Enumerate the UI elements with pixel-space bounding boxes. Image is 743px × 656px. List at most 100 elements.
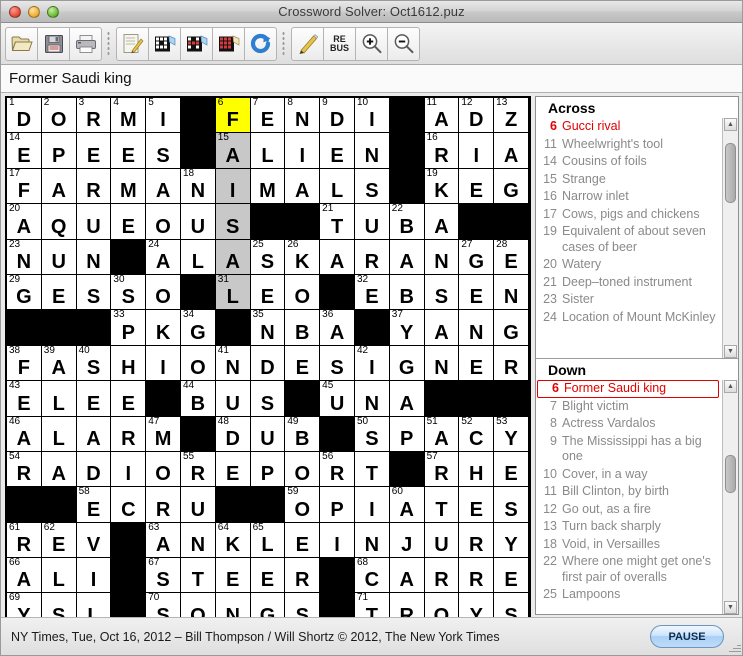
grid-cell[interactable]: I — [146, 345, 181, 382]
grid-cell[interactable]: A — [41, 451, 77, 488]
grid-cell[interactable]: S — [215, 204, 251, 240]
grid-cell[interactable]: 17 F — [7, 168, 42, 205]
grid-cell[interactable]: 59 O — [285, 487, 321, 523]
clue-item[interactable]: 16 Narrow inlet — [536, 188, 720, 206]
grid-cell[interactable]: 32 E — [354, 274, 390, 311]
grid-cell[interactable]: 16 R — [424, 133, 460, 169]
grid-cell[interactable]: A — [320, 239, 355, 275]
grid-cell[interactable]: N — [354, 381, 390, 417]
grid-cell[interactable]: 49 B — [285, 416, 321, 452]
grid-cell[interactable]: S — [354, 168, 390, 205]
grid-cell[interactable]: A — [146, 168, 181, 205]
grid-cell[interactable]: U — [250, 416, 286, 452]
print-button[interactable] — [69, 26, 102, 61]
grid-cell[interactable]: 28 E — [494, 239, 529, 275]
grid-cell[interactable]: R — [76, 168, 112, 205]
down-scroll-track[interactable] — [723, 393, 738, 601]
grid-cell[interactable]: S — [424, 274, 460, 311]
grid-cell[interactable]: E — [41, 274, 77, 311]
grid-cell[interactable]: 53 Y — [494, 416, 529, 452]
clue-item[interactable]: 11 Wheelwright's tool — [536, 136, 720, 154]
grid-cell[interactable]: 14 E — [7, 133, 42, 169]
grid-cell[interactable]: 10 I — [354, 98, 390, 134]
grid-cell[interactable]: T — [354, 451, 390, 488]
zoom-in-button[interactable] — [355, 26, 388, 61]
grid-cell[interactable]: 42 I — [354, 345, 390, 382]
grid-cell[interactable]: 34 G — [180, 310, 216, 346]
grid-cell[interactable]: E — [285, 522, 321, 559]
grid-cell[interactable]: J — [389, 522, 425, 559]
grid-cell[interactable]: A — [389, 239, 425, 275]
check-word-button[interactable] — [180, 26, 213, 61]
grid-cell[interactable]: O — [285, 274, 321, 311]
grid-cell[interactable]: B — [285, 310, 321, 346]
grid-cell[interactable]: P — [389, 416, 425, 452]
grid-cell[interactable]: 31 L — [215, 274, 251, 311]
grid-cell[interactable]: I — [285, 133, 321, 169]
grid-cell[interactable]: I — [111, 451, 147, 488]
grid-cell[interactable]: E — [459, 345, 495, 382]
grid-cell[interactable]: U — [76, 204, 112, 240]
grid-cell[interactable]: 35 N — [250, 310, 286, 346]
grid-cell[interactable]: 5I — [146, 98, 181, 134]
grid-cell[interactable]: 23 N — [7, 239, 42, 275]
grid-cell[interactable]: 26 K — [285, 239, 321, 275]
grid-cell[interactable]: 22 B — [389, 204, 425, 240]
clue-item[interactable]: 6 Gucci rival — [536, 118, 720, 136]
grid-cell[interactable]: Q — [41, 204, 77, 240]
grid-cell[interactable]: O — [146, 204, 181, 240]
across-scroll-track[interactable] — [723, 131, 738, 345]
grid-cell[interactable]: E — [459, 274, 495, 311]
grid-cell[interactable]: O — [180, 345, 216, 382]
clue-item[interactable]: 23 Sister — [536, 291, 720, 309]
grid-cell[interactable]: S — [320, 345, 355, 382]
grid-cell[interactable]: 56 R — [320, 451, 355, 488]
clue-item[interactable]: 15 Strange — [536, 171, 720, 189]
grid-cell[interactable]: 67 S — [146, 558, 181, 594]
grid-cell[interactable]: 6F — [215, 98, 251, 134]
grid-cell[interactable]: A — [389, 558, 425, 594]
grid-cell[interactable]: R — [285, 558, 321, 594]
reveal-button[interactable] — [212, 26, 245, 61]
check-letter-button[interactable] — [148, 26, 181, 61]
grid-cell[interactable]: H — [111, 345, 147, 382]
grid-cell[interactable]: L — [250, 133, 286, 169]
grid-cell[interactable]: 27 G — [459, 239, 495, 275]
grid-cell[interactable]: 15 A — [215, 133, 251, 169]
grid-cell[interactable]: L — [41, 416, 77, 452]
grid-cell[interactable]: 46 A — [7, 416, 42, 452]
grid-cell[interactable]: A — [41, 168, 77, 205]
clue-item[interactable]: 25 Lampoons — [536, 586, 720, 604]
down-clue-list[interactable]: 6 Former Saudi king 7 Blight victim 8 Actress… — [536, 380, 722, 614]
grid-cell[interactable]: 54 R — [7, 451, 42, 488]
grid-cell[interactable]: Y — [494, 522, 529, 559]
grid-cell[interactable]: L — [320, 168, 355, 205]
grid-cell[interactable]: P — [320, 487, 355, 523]
across-scrollbar[interactable]: ▲ ▼ — [722, 118, 738, 358]
grid-cell[interactable]: G — [389, 345, 425, 382]
grid-cell[interactable]: E — [76, 381, 112, 417]
grid-cell[interactable]: E — [494, 451, 529, 488]
grid-cell[interactable]: 7E — [250, 98, 286, 134]
grid-cell[interactable]: E — [215, 558, 251, 594]
grid-cell[interactable]: R — [146, 487, 181, 523]
clue-item[interactable]: 8 Actress Vardalos — [536, 415, 720, 433]
grid-cell[interactable]: 33 P — [111, 310, 147, 346]
grid-cell[interactable]: D — [250, 345, 286, 382]
grid-cell[interactable]: 1D — [7, 98, 42, 134]
grid-cell[interactable]: 9D — [320, 98, 355, 134]
grid-cell[interactable]: E — [320, 133, 355, 169]
grid-cell[interactable]: N — [180, 522, 216, 559]
grid-cell[interactable]: S — [146, 133, 181, 169]
grid-cell[interactable]: N — [354, 522, 390, 559]
clue-item[interactable]: 14 Cousins of foils — [536, 153, 720, 171]
grid-cell[interactable]: P — [250, 451, 286, 488]
down-scrollbar[interactable]: ▲ ▼ — [722, 380, 738, 614]
grid-cell[interactable]: D — [76, 451, 112, 488]
clue-item[interactable]: 6 Former Saudi king — [537, 380, 719, 398]
grid-cell[interactable]: 44 B — [180, 381, 216, 417]
grid-cell[interactable]: A — [494, 133, 529, 169]
grid-cell[interactable]: C — [111, 487, 147, 523]
grid-cell[interactable]: 18 N — [180, 168, 216, 205]
grid-cell[interactable]: E — [215, 451, 251, 488]
